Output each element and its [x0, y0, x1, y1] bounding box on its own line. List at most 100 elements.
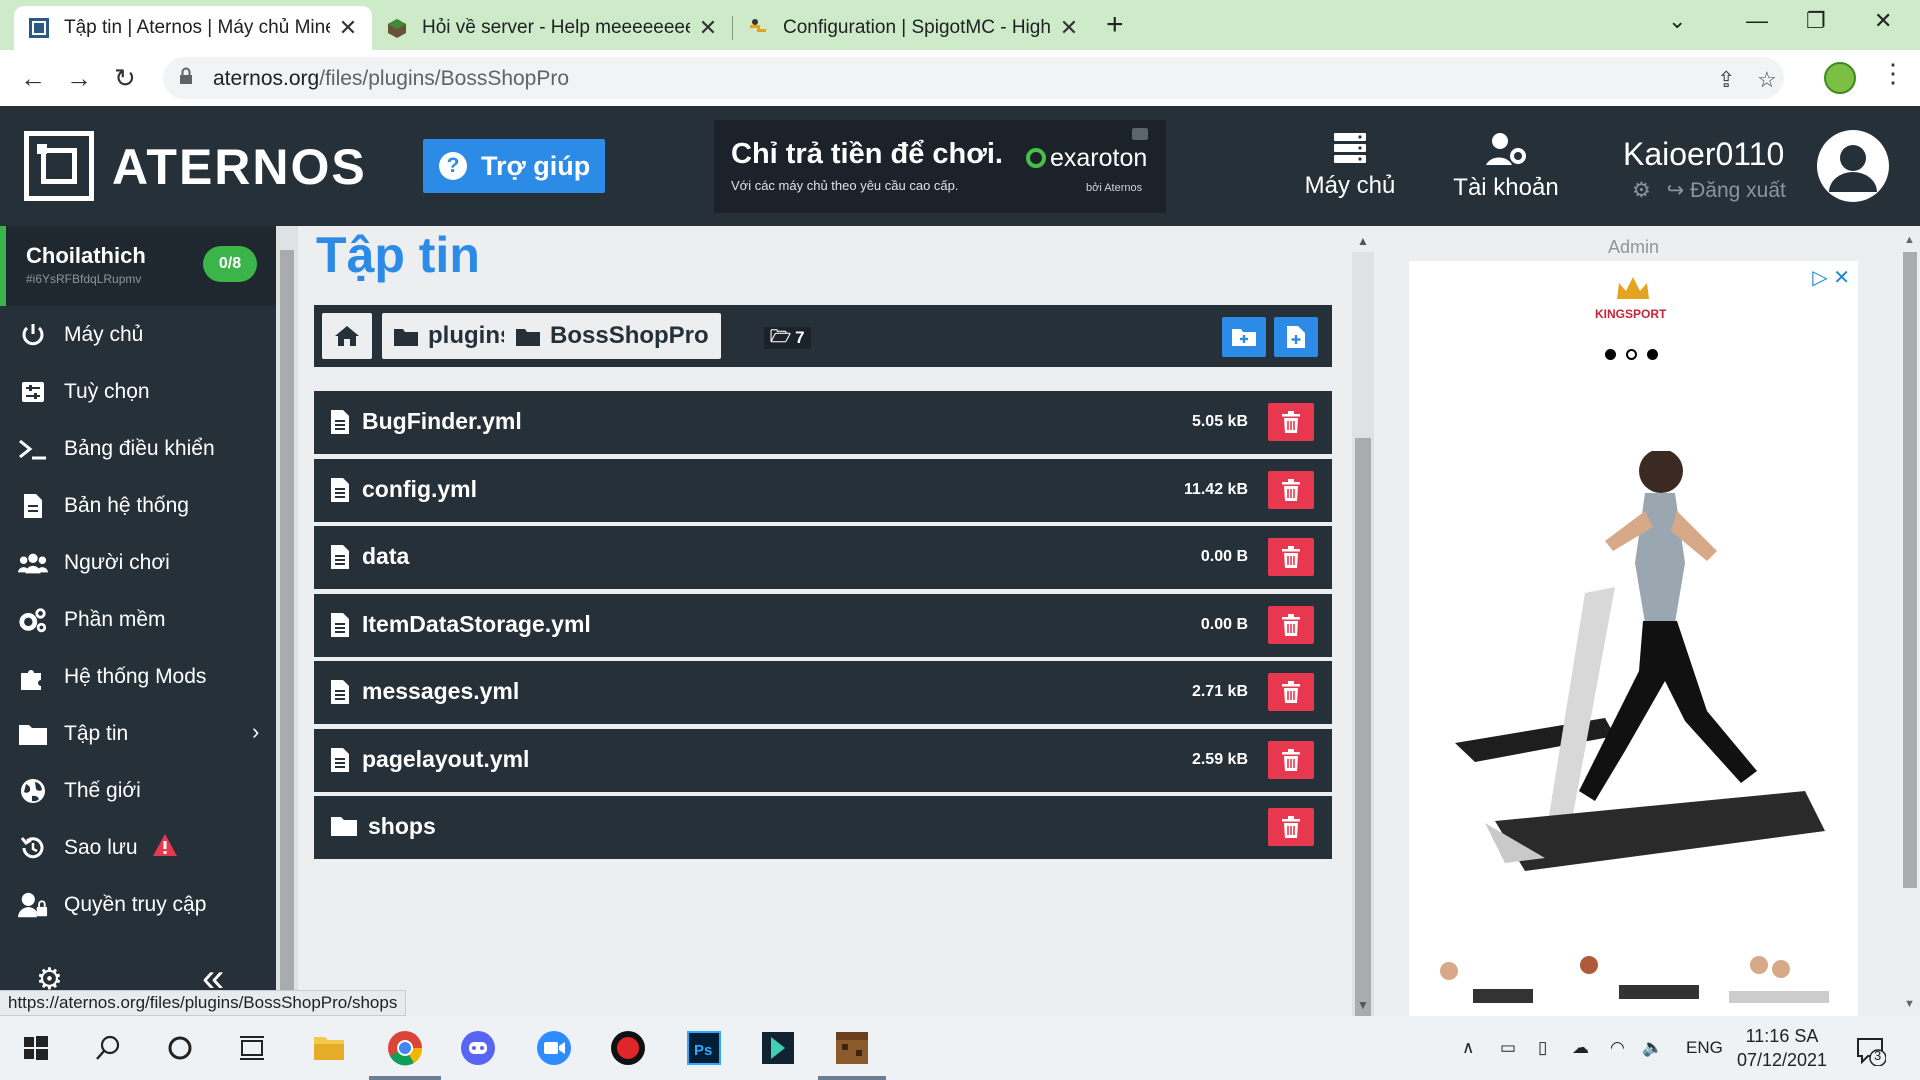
language-indicator[interactable]: ENG: [1686, 1038, 1723, 1058]
scroll-up-arrow-icon[interactable]: ▲: [1904, 234, 1915, 246]
minimize-icon[interactable]: —: [1746, 8, 1768, 34]
photoshop-icon[interactable]: Ps: [684, 1028, 724, 1068]
profile-avatar[interactable]: [1824, 62, 1856, 94]
sidebar-item-server[interactable]: Máy chủ: [0, 306, 276, 363]
forward-arrow-icon[interactable]: →: [66, 63, 92, 94]
scrollbar-track[interactable]: [1352, 252, 1374, 1018]
settings-gear-icon[interactable]: ⚙: [1632, 179, 1651, 202]
scrollbar-thumb[interactable]: [280, 250, 294, 992]
volume-icon[interactable]: 🔈: [1642, 1038, 1663, 1058]
carousel-dot-active[interactable]: [1626, 349, 1637, 360]
sidebar-item-files[interactable]: Tập tin ›: [0, 705, 276, 762]
close-icon[interactable]: ✕: [1059, 15, 1079, 41]
user-avatar[interactable]: [1817, 130, 1889, 202]
filmora-icon[interactable]: [758, 1028, 798, 1068]
minecraft-icon[interactable]: [832, 1028, 872, 1068]
file-row[interactable]: data 0.00 B: [314, 526, 1332, 589]
browser-tab-aternos[interactable]: Tập tin | Aternos | Máy chủ Mine ✕: [14, 6, 372, 50]
nav-account[interactable]: Tài khoản: [1448, 132, 1564, 202]
tablet-icon[interactable]: ▯: [1538, 1038, 1547, 1058]
windows-start-icon[interactable]: [16, 1028, 56, 1068]
bookmark-star-icon[interactable]: ☆: [1757, 67, 1777, 93]
help-button[interactable]: ? Trợ giúp: [423, 139, 605, 193]
delete-button[interactable]: [1268, 605, 1314, 644]
cortana-icon[interactable]: [160, 1028, 200, 1068]
delete-button[interactable]: [1268, 673, 1314, 711]
battery-icon[interactable]: ▭: [1500, 1038, 1516, 1058]
aternos-logo-icon[interactable]: [24, 131, 94, 201]
show-hidden-icons-chevron-icon[interactable]: ∧: [1462, 1038, 1474, 1058]
scroll-down-arrow-icon[interactable]: ▼: [1904, 998, 1915, 1010]
close-icon[interactable]: ✕: [338, 15, 358, 41]
kingsport-ad[interactable]: KINGSPORT ▷ ✕: [1409, 261, 1858, 1016]
sidebar-item-options[interactable]: Tuỳ chọn: [0, 363, 276, 420]
task-view-icon[interactable]: [232, 1028, 272, 1068]
admin-label: Admin: [1608, 237, 1660, 257]
address-bar[interactable]: aternos.org/files/plugins/BossShopPro ⇪ …: [163, 57, 1784, 99]
wifi-icon[interactable]: ◠: [1610, 1038, 1625, 1058]
reload-icon[interactable]: ↻: [114, 63, 136, 94]
back-arrow-icon[interactable]: ←: [20, 63, 46, 94]
file-row[interactable]: ItemDataStorage.yml 0.00 B: [314, 593, 1332, 657]
chrome-taskbar-icon[interactable]: [385, 1028, 425, 1068]
scrollbar-thumb[interactable]: [1903, 252, 1917, 888]
page-scrollbar[interactable]: ▲ ▼: [1900, 226, 1920, 1016]
main-scrollbar[interactable]: ▲ ▼: [1352, 226, 1374, 1018]
file-row[interactable]: pagelayout.yml 2.59 kB: [314, 728, 1332, 792]
sidebar-item-backups[interactable]: Sao lưu: [0, 819, 276, 876]
search-icon[interactable]: [88, 1028, 128, 1068]
carousel-dot[interactable]: [1647, 349, 1658, 360]
file-row[interactable]: messages.yml 2.71 kB: [314, 661, 1332, 724]
notification-center-icon[interactable]: 3: [1856, 1036, 1887, 1071]
browser-tab-help[interactable]: Hỏi về server - Help meeeeeeee ✕: [372, 6, 732, 50]
sidebar-item-mods[interactable]: Hệ thống Mods: [0, 648, 276, 705]
file-row[interactable]: config.yml 11.42 kB: [314, 458, 1332, 522]
delete-button[interactable]: [1268, 403, 1314, 441]
server-card[interactable]: Choilathich #i6YsRFBfdqLRupmv 0/8: [0, 226, 276, 306]
exaroton-ad-banner[interactable]: Chỉ trả tiền để chơi. Với các máy chủ th…: [714, 120, 1166, 213]
onedrive-icon[interactable]: ☁: [1572, 1038, 1589, 1058]
tab-search-chevron-icon[interactable]: ⌄: [1668, 8, 1686, 34]
sidebar-item-console[interactable]: Bảng điều khiển: [0, 420, 276, 477]
restore-icon[interactable]: ❐: [1806, 8, 1826, 34]
recorder-icon[interactable]: [608, 1028, 648, 1068]
share-icon[interactable]: ⇪: [1717, 67, 1735, 93]
scroll-down-arrow-icon[interactable]: ▼: [1357, 998, 1369, 1012]
breadcrumb-home[interactable]: [322, 313, 372, 359]
discord-icon[interactable]: [458, 1028, 498, 1068]
scrollbar-thumb[interactable]: [1355, 438, 1371, 1018]
sidebar-item-software[interactable]: Phần mềm: [0, 591, 276, 648]
zoom-icon[interactable]: [534, 1028, 574, 1068]
browser-menu-icon[interactable]: ⋮: [1880, 58, 1906, 89]
logo-text[interactable]: ATERNOS: [112, 138, 367, 196]
sidebar-item-log[interactable]: Bản hệ thống: [0, 477, 276, 534]
ad-choices-close-icon[interactable]: ▷ ✕: [1812, 265, 1850, 290]
sidebar-item-players[interactable]: Người chơi: [0, 534, 276, 591]
sidebar-scrollbar[interactable]: [276, 226, 298, 1002]
window-close-icon[interactable]: ✕: [1874, 8, 1892, 34]
file-row[interactable]: BugFinder.yml 5.05 kB: [314, 391, 1332, 454]
scroll-up-arrow-icon[interactable]: ▲: [1357, 234, 1369, 248]
browser-tab-spigot[interactable]: Configuration | SpigotMC - High ✕: [733, 6, 1093, 50]
delete-button[interactable]: [1268, 538, 1314, 576]
clock-time: 11:16 SA: [1745, 1026, 1819, 1046]
file-explorer-icon[interactable]: [309, 1028, 349, 1068]
system-clock[interactable]: 11:16 SA 07/12/2021: [1736, 1024, 1828, 1072]
breadcrumb-label: plugins: [428, 322, 514, 349]
delete-button[interactable]: [1268, 740, 1314, 779]
delete-button[interactable]: [1268, 808, 1314, 846]
new-file-button[interactable]: [1274, 317, 1318, 357]
sidebar-item-access[interactable]: Quyền truy cập: [0, 876, 276, 933]
close-icon[interactable]: ✕: [698, 15, 718, 41]
new-tab-plus-icon[interactable]: +: [1106, 8, 1124, 42]
nav-server[interactable]: Máy chủ: [1302, 132, 1398, 200]
folder-row[interactable]: shops: [314, 796, 1332, 859]
new-folder-button[interactable]: [1222, 317, 1266, 357]
breadcrumb-bossshoppro[interactable]: BossShopPro: [504, 313, 721, 359]
logout-link[interactable]: ↪ Đăng xuất: [1667, 179, 1786, 202]
username[interactable]: Kaioer0110: [1623, 136, 1784, 173]
main-content: Tập tin plugins BossShopPro 🗁 7 BugFinde…: [298, 226, 1360, 1016]
sidebar-item-worlds[interactable]: Thế giới: [0, 762, 276, 819]
carousel-dot[interactable]: [1605, 349, 1616, 360]
delete-button[interactable]: [1268, 470, 1314, 509]
